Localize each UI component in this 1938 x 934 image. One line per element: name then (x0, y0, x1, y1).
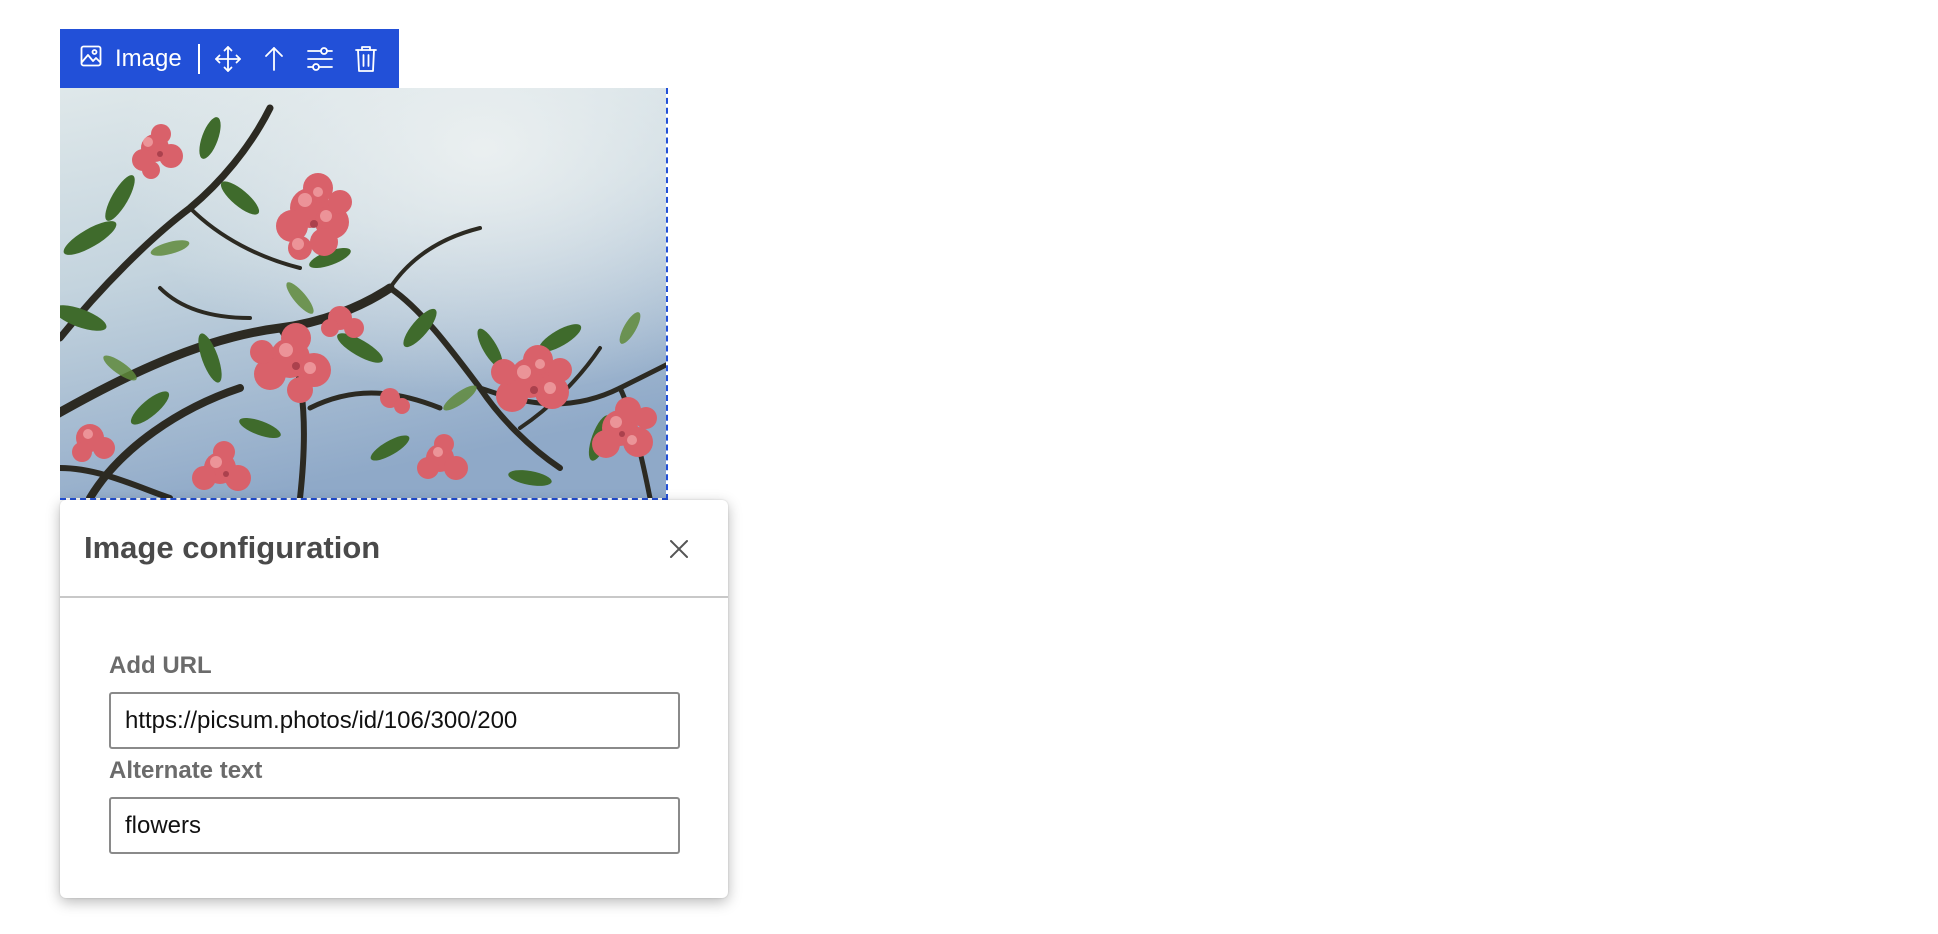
popover-header: Image configuration (60, 500, 728, 598)
block-type-label: Image (115, 44, 182, 72)
settings-sliders-icon (306, 46, 334, 72)
move-icon (214, 45, 242, 73)
arrow-up-icon (262, 46, 286, 72)
url-input[interactable] (109, 692, 680, 749)
url-label: Add URL (109, 652, 212, 679)
block-type-button[interactable]: Image (79, 29, 182, 88)
toolbar-divider (197, 43, 200, 74)
image-icon (79, 44, 103, 73)
editor-canvas: Image Image configuration Add URL https:… (0, 0, 1938, 934)
image-block[interactable] (60, 88, 668, 500)
alt-text-label: Alternate text (109, 757, 263, 784)
block-toolbar: Image (60, 29, 399, 88)
block-settings-button[interactable] (297, 29, 343, 88)
move-up-button[interactable] (251, 29, 297, 88)
move-button[interactable] (205, 29, 251, 88)
flowers-image (60, 88, 666, 498)
close-icon (666, 540, 692, 566)
alt-text-input[interactable] (109, 797, 680, 854)
trash-icon (354, 45, 378, 73)
delete-block-button[interactable] (343, 29, 389, 88)
popover-title: Image configuration (84, 530, 381, 565)
popover-body: Add URL Alternate text (60, 598, 728, 854)
close-button[interactable] (666, 536, 692, 562)
image-config-popover: Image configuration Add URL Alternate te… (60, 500, 728, 898)
